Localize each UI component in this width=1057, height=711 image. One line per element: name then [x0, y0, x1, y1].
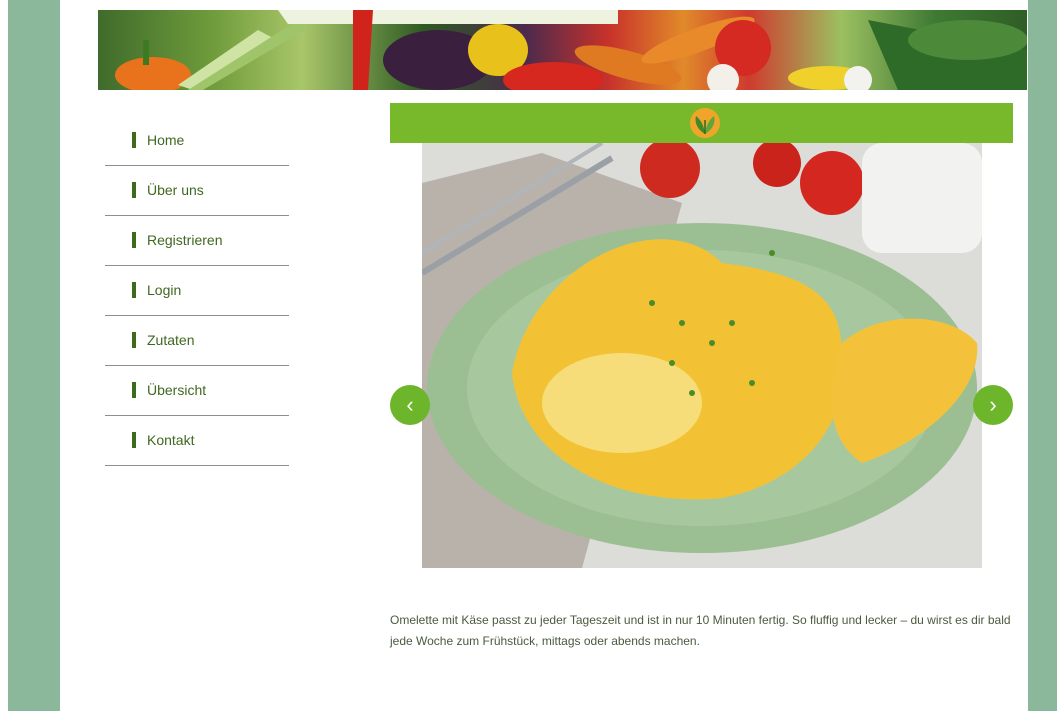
slider-next-button[interactable]: › [973, 385, 1013, 425]
nav-item-registrieren[interactable]: Registrieren [105, 216, 289, 266]
page-container: Home Über uns Registrieren Login Zutaten… [60, 0, 1028, 711]
recipe-caption: Omelette mit Käse passt zu jeder Tagesze… [390, 613, 1011, 648]
right-side-band [1028, 0, 1057, 711]
slider-header-bar [390, 103, 1013, 143]
nav-marker [132, 432, 136, 448]
nav-item-label[interactable]: Login [147, 282, 181, 298]
slider-prev-button[interactable]: ‹ [390, 385, 430, 425]
nav-item-kontakt[interactable]: Kontakt [105, 416, 289, 466]
nav-marker [132, 132, 136, 148]
chevron-right-icon: › [989, 392, 997, 417]
nav-item-ueber-uns[interactable]: Über uns [105, 166, 289, 216]
nav-marker [132, 182, 136, 198]
nav-item-uebersicht[interactable]: Übersicht [105, 366, 289, 416]
nav-item-label[interactable]: Home [147, 132, 184, 148]
nav-item-label[interactable]: Über uns [147, 182, 204, 198]
nav-item-zutaten[interactable]: Zutaten [105, 316, 289, 366]
omelette-photo [422, 143, 982, 568]
nav-item-label[interactable]: Kontakt [147, 432, 194, 448]
vegetable-banner-image [98, 10, 1027, 90]
nav-item-login[interactable]: Login [105, 266, 289, 316]
nav-item-home[interactable]: Home [105, 116, 289, 166]
nav-item-label[interactable]: Übersicht [147, 382, 206, 398]
main-navigation: Home Über uns Registrieren Login Zutaten… [105, 116, 289, 466]
left-margin [0, 0, 8, 711]
nav-marker [132, 332, 136, 348]
nav-marker [132, 232, 136, 248]
chevron-left-icon: ‹ [406, 392, 414, 417]
left-side-band [8, 0, 60, 711]
nav-marker [132, 282, 136, 298]
nav-item-label[interactable]: Registrieren [147, 232, 222, 248]
nav-item-label[interactable]: Zutaten [147, 332, 194, 348]
leaf-logo-icon [690, 108, 720, 138]
nav-marker [132, 382, 136, 398]
